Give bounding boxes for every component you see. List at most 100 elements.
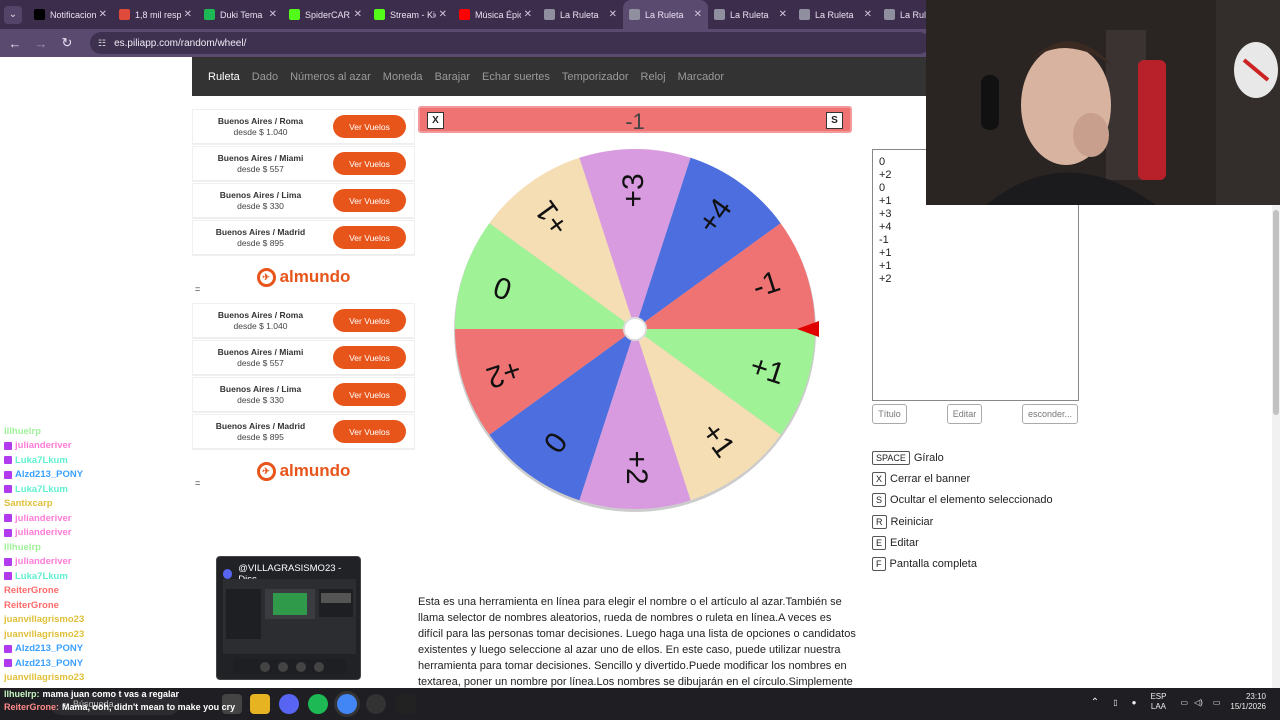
close-icon[interactable]: ✕ [184,9,192,20]
almundo-logo-text: almundo [279,267,351,286]
obs-taskbar-icon[interactable] [366,694,386,714]
clock[interactable]: 23:10 15/1/2026 [1230,692,1266,712]
almundo-logo[interactable]: ✈ almundo [193,258,414,296]
shortcut-label: Gíralo [913,452,944,464]
tab-title: Música Épica [475,9,521,20]
language-indicator[interactable]: ESP LAA [1150,692,1166,712]
streamer-video [926,0,1280,205]
flight-route: Buenos Aires / Roma [217,309,304,320]
view-flights-button[interactable]: Ver Vuelos [333,152,406,175]
page-scrollbar-thumb[interactable] [1273,210,1279,415]
view-flights-button[interactable]: Ver Vuelos [333,383,406,406]
flight-ad-row: Buenos Aires / Miami desde $ 557 Ver Vuelo… [193,147,414,181]
hide-element-button[interactable]: S [826,112,843,129]
site-info-icon[interactable]: ☷ [98,38,106,49]
nav-link[interactable]: Moneda [383,71,423,83]
nav-link[interactable]: Barajar [435,71,470,83]
close-icon[interactable]: ✕ [439,9,447,20]
view-flights-button[interactable]: Ver Vuelos [333,189,406,212]
usb-icon[interactable]: ▯ [1113,698,1117,707]
network-icon[interactable]: ▭ [1180,698,1188,707]
wheel-center-hub[interactable] [623,317,647,341]
flight-ad-text: Buenos Aires / Roma desde $ 1.040 [193,116,328,138]
clock-date: 15/1/2026 [1230,702,1266,711]
close-icon[interactable]: ✕ [524,9,532,20]
tab-favicon-icon [714,9,725,20]
reload-icon[interactable]: ↻ [56,35,78,51]
browser-tab[interactable]: 1,8 mil respuestas✕ [113,0,198,29]
close-icon[interactable]: ✕ [609,9,617,20]
close-icon[interactable]: ✕ [99,9,107,20]
browser-tab[interactable]: Música Épica✕ [453,0,538,29]
discord-icon [223,569,233,579]
browser-tab[interactable]: Notificaciones✕ [28,0,113,29]
address-bar[interactable]: ☷ es.piliapp.com/random/wheel/ [90,32,930,54]
chat-username: lllhuelrp [4,425,41,437]
chat-username: Alzd213_PONY [15,657,84,669]
microphone-icon[interactable]: ● [1132,698,1137,707]
tab-list-menu-icon[interactable]: ⌄ [4,5,22,24]
close-icon[interactable]: ✕ [694,9,702,20]
view-flights-button[interactable]: Ver Vuelos [333,420,406,443]
language-bottom: LAA [1150,702,1166,711]
tab-favicon-icon [629,9,640,20]
wheel-segment-label: +2 [620,450,653,484]
browser-tab[interactable]: Stream - Kick✕ [368,0,453,29]
view-flights-button[interactable]: Ver Vuelos [333,115,406,138]
nav-link[interactable]: Números al azar [290,71,371,83]
close-icon[interactable]: ✕ [269,9,277,20]
tab-title: La Ruleta [645,9,684,20]
close-icon[interactable]: ✕ [354,9,362,20]
nav-link[interactable]: Dado [252,71,278,83]
chat-username: Luka7Lkum [15,570,68,582]
view-flights-button[interactable]: Ver Vuelos [333,309,406,332]
chat-username: Alzd213_PONY [15,469,84,481]
chat-username: Alzd213_PONY [15,643,84,655]
browser-tab[interactable]: La Ruleta ✕ [793,0,878,29]
flight-ad-text: Buenos Aires / Roma desde $ 1.040 [193,310,328,332]
view-flights-button[interactable]: Ver Vuelos [333,346,406,369]
edit-button[interactable]: Editar [947,404,982,424]
shortcut-label: Editar [890,536,919,549]
chrome-taskbar-icon[interactable] [337,694,357,714]
file-explorer-icon[interactable] [250,694,270,714]
browser-tab[interactable]: La Ruleta ✕ [708,0,793,29]
hide-button[interactable]: esconder... [1022,404,1078,424]
forward-icon[interactable]: → [30,36,52,51]
close-icon[interactable]: ✕ [864,9,872,20]
browser-tab[interactable]: La Ruleta ✕ [538,0,623,29]
tab-title: SpiderCAR [305,9,351,20]
nav-link[interactable]: Reloj [641,71,666,83]
spotify-taskbar-icon[interactable] [308,694,328,714]
webcam-overlay [926,0,1280,205]
close-icon[interactable]: ✕ [779,9,787,20]
browser-tab[interactable]: La Ruleta ✕ [623,0,708,29]
tts-message: llhuelrp: mama juan como t vas a regalar [4,688,235,701]
shortcut-row: E Editar [872,535,919,550]
volume-icon[interactable]: ◁) [1194,698,1203,707]
flight-route: Buenos Aires / Miami [217,152,304,163]
spin-wheel[interactable]: +3+4-1+1+1+20+20+1 [418,140,854,518]
tab-title: La Ruleta [815,9,854,20]
browser-tab[interactable]: Duki Tema ✕ [198,0,283,29]
ad-block: Buenos Aires / Roma desde $ 1.040 Ver Vuel… [193,110,414,296]
nav-link[interactable]: Marcador [678,71,724,83]
nav-link[interactable]: Echar suertes [482,71,550,83]
nav-link[interactable]: Ruleta [208,71,240,83]
discord-taskbar-icon[interactable] [279,694,299,714]
browser-tab[interactable]: SpiderCAR ✕ [283,0,368,29]
tab-favicon-icon [119,9,130,20]
chevron-up-icon[interactable]: ⌃ [1091,697,1099,708]
back-icon[interactable]: ← [4,36,26,51]
battery-icon[interactable]: ▭ [1213,698,1221,707]
flight-price: desde $ 1.040 [233,126,288,137]
shortcut-label: Ocultar el elemento seleccionado [890,494,1053,507]
chat-username: julianderiver [15,556,72,568]
tab-favicon-icon [204,9,215,20]
view-flights-button[interactable]: Ver Vuelos [333,226,406,249]
title-button[interactable]: Título [872,404,907,424]
nav-link[interactable]: Temporizador [562,71,629,83]
discord-taskbar-preview[interactable]: @VILLAGRASISMO23 - Disc... [216,556,361,680]
app-taskbar-icon[interactable] [396,694,416,714]
subscriber-badge-icon [4,441,12,450]
